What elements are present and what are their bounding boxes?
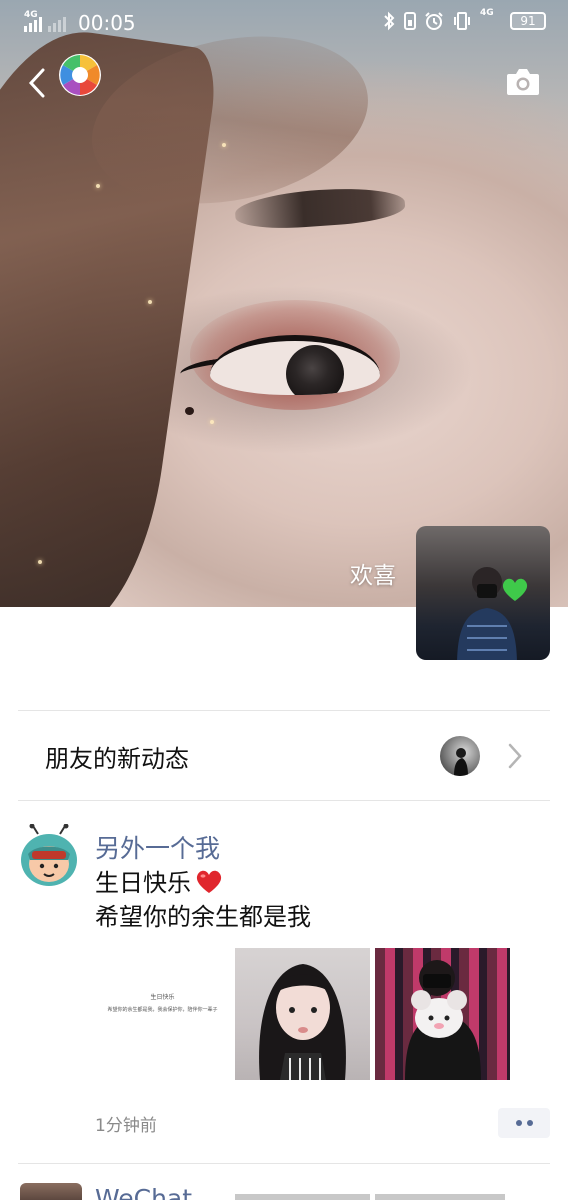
network-type-right: 4G	[480, 8, 494, 18]
post-image-1-title: 生日快乐	[150, 994, 175, 1001]
signal-icon-right: 4G	[480, 8, 502, 30]
back-button[interactable]	[22, 66, 52, 100]
post-text-line-1: 生日快乐	[95, 866, 311, 900]
signal-icon: 4G	[24, 10, 42, 32]
divider	[18, 1163, 550, 1164]
battery-level: 91	[520, 14, 536, 28]
signal-icon-secondary	[48, 14, 66, 32]
dot	[515, 1120, 522, 1126]
status-time: 00:05	[78, 11, 136, 35]
red-heart-icon	[196, 870, 222, 893]
sparkle	[38, 560, 42, 564]
post-text: 生日快乐 希望你的余生都是我	[95, 866, 311, 934]
sparkle	[96, 184, 100, 188]
status-bar: 4G 00:05 4G 91	[0, 0, 568, 46]
sparkle	[222, 143, 226, 147]
next-post-image-1[interactable]	[235, 1194, 370, 1200]
aperture-icon[interactable]	[58, 53, 102, 97]
next-post-author[interactable]: WeChat	[95, 1184, 192, 1200]
post-image-1-caption: 希望你的余生都是我，我会保护你，陪伴你一辈子	[107, 1007, 218, 1013]
vibrate-icon	[454, 12, 470, 30]
cover-iris	[286, 345, 344, 395]
camera-icon	[507, 69, 539, 95]
sparkle	[148, 300, 152, 304]
network-type: 4G	[24, 10, 38, 20]
post-text-line-2: 希望你的余生都是我	[95, 903, 311, 931]
profile-avatar[interactable]	[416, 526, 550, 660]
post-image-2[interactable]	[235, 948, 370, 1080]
alarm-icon	[425, 12, 443, 30]
dot	[526, 1120, 533, 1126]
post-time: 1分钟前	[95, 1116, 157, 1136]
sim-icon	[404, 12, 416, 30]
cover-mole	[185, 407, 194, 415]
divider	[18, 800, 550, 801]
green-heart-icon	[502, 578, 528, 601]
divider	[18, 710, 550, 711]
status-left: 4G 00:05	[24, 10, 136, 35]
post-text-line-1-text: 生日快乐	[95, 869, 191, 897]
post-author-avatar[interactable]	[18, 823, 80, 888]
status-right: 4G 91	[382, 8, 546, 31]
chevron-right-icon	[508, 743, 522, 769]
friends-updates-label: 朋友的新动态	[45, 745, 189, 773]
post-author-name[interactable]: 另外一个我	[95, 829, 220, 865]
avatar-person	[457, 567, 517, 660]
post-image-1[interactable]: 生日快乐 希望你的余生都是我，我会保护你，陪伴你一辈子	[95, 948, 230, 1080]
friends-updates-row[interactable]: 朋友的新动态	[0, 712, 568, 800]
profile-username[interactable]: 欢喜	[350, 556, 396, 590]
chevron-left-icon	[28, 68, 45, 98]
next-post-image-2[interactable]	[375, 1194, 505, 1200]
camera-button[interactable]	[505, 66, 541, 98]
sparkle	[210, 420, 214, 424]
bluetooth-icon	[384, 11, 395, 31]
battery-icon: 91	[510, 12, 546, 30]
friends-update-avatar	[440, 736, 480, 776]
post-more-button[interactable]	[498, 1108, 550, 1138]
next-post-avatar[interactable]	[20, 1183, 82, 1200]
post-image-3[interactable]	[375, 948, 510, 1080]
